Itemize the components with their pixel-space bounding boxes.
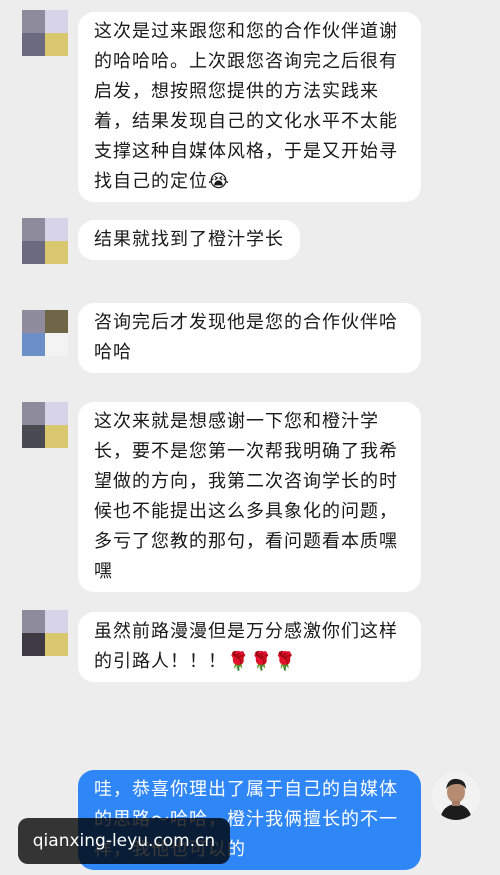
contact-avatar[interactable] bbox=[22, 218, 68, 264]
message-line: 这次是过来跟您和您的合作伙伴道谢 bbox=[94, 21, 398, 42]
watermark-overlay: qianxing-leyu.com.cn bbox=[18, 818, 230, 864]
message-line: 长，要不是您第一次帮我明确了我希 bbox=[94, 441, 398, 462]
message-bubble[interactable]: 这次来就是想感谢一下您和橙汁学 长，要不是您第一次帮我明确了我希 望做的方向，我… bbox=[78, 402, 421, 592]
message-bubble[interactable]: 这次是过来跟您和您的合作伙伴道谢 的哈哈哈。上次跟您咨询完之后很有 启发，想按照… bbox=[78, 12, 421, 202]
person-photo-icon bbox=[432, 772, 480, 820]
message-line: 着，结果发现自己的文化水平不太能 bbox=[94, 111, 398, 132]
message-line: 候也不能提出这么多具象化的问题， bbox=[94, 501, 398, 522]
message-line: 结果就找到了橙汁学长 bbox=[94, 229, 284, 250]
message-line: 咨询完后才发现他是您的合作伙伴哈 bbox=[94, 312, 398, 333]
message-line: 启发，想按照您提供的方法实践来 bbox=[94, 81, 379, 102]
chat-screen: { "colors": { "background": "#ededed", "… bbox=[0, 0, 500, 875]
message-line: 这次来就是想感谢一下您和橙汁学 bbox=[94, 411, 379, 432]
contact-avatar[interactable] bbox=[22, 610, 68, 656]
message-line: 的哈哈哈。上次跟您咨询完之后很有 bbox=[94, 51, 398, 72]
contact-avatar[interactable] bbox=[22, 310, 68, 356]
message-bubble[interactable]: 虽然前路漫漫但是万分感激你们这样 的引路人！！！🌹🌹🌹 bbox=[78, 612, 421, 682]
message-line: 望做的方向，我第二次咨询学长的时 bbox=[94, 471, 398, 492]
message-line: 支撑这种自媒体风格，于是又开始寻 bbox=[94, 141, 398, 162]
user-avatar[interactable] bbox=[432, 772, 480, 820]
message-bubble[interactable]: 咨询完后才发现他是您的合作伙伴哈 哈哈 bbox=[78, 303, 421, 373]
contact-avatar[interactable] bbox=[22, 402, 68, 448]
message-line: 的引路人！！！🌹🌹🌹 bbox=[94, 651, 298, 672]
message-line: 哇，恭喜你理出了属于自己的自媒体 bbox=[94, 779, 398, 800]
message-line: 哈哈 bbox=[94, 342, 132, 363]
message-line: 找自己的定位😭 bbox=[94, 171, 231, 192]
message-line: 嘿 bbox=[94, 561, 113, 582]
contact-avatar[interactable] bbox=[22, 10, 68, 56]
message-line: 多亏了您教的那句，看问题看本质嘿 bbox=[94, 531, 398, 552]
message-line: 虽然前路漫漫但是万分感激你们这样 bbox=[94, 621, 398, 642]
message-bubble[interactable]: 结果就找到了橙汁学长 bbox=[78, 220, 300, 260]
